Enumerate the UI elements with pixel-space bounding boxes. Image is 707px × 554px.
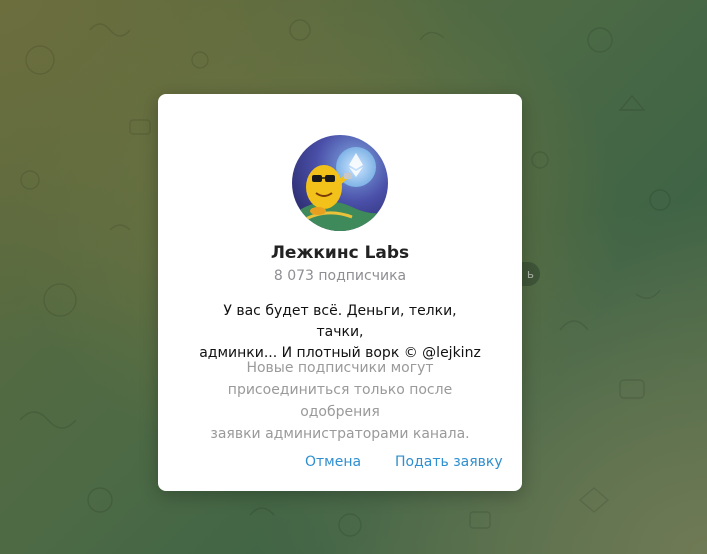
approval-notice: Новые подписчики могут присоединиться то… [188, 357, 492, 445]
notice-line: заявки администраторами канала. [210, 426, 470, 442]
subscriber-count: 8 073 подписчика [273, 268, 407, 284]
background-chat-bubble-text: ь [526, 267, 534, 281]
cancel-button[interactable]: Отмена [305, 454, 361, 470]
channel-description: У вас будет всё. Деньги, телки, тачки, а… [198, 301, 482, 364]
channel-avatar [292, 135, 388, 231]
join-request-dialog: Лежкинс Labs 8 073 подписчика У вас буде… [158, 94, 522, 491]
description-line: У вас будет всё. Деньги, телки, тачки, [223, 303, 457, 340]
notice-line: присоединиться только после одобрения [227, 382, 453, 420]
notice-line: Новые подписчики могут [246, 360, 434, 376]
channel-avatar-cartoon-icon [292, 135, 388, 231]
channel-name: Лежкинс Labs [270, 243, 410, 263]
submit-request-button[interactable]: Подать заявку [395, 454, 503, 470]
